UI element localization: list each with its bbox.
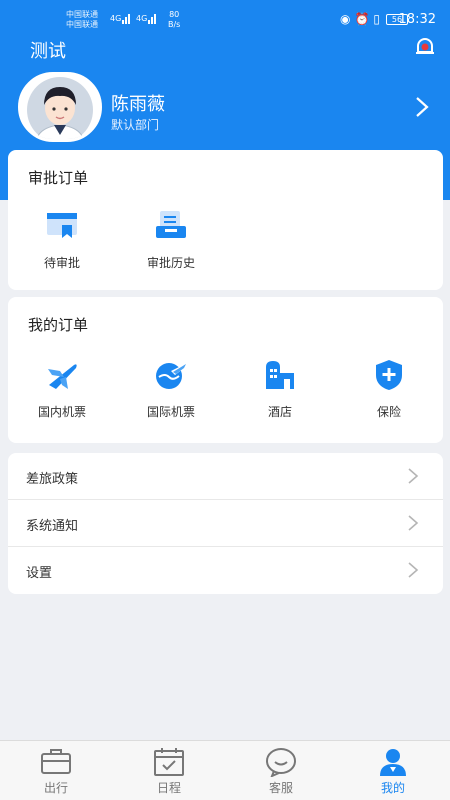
carrier-1: 中国联通: [66, 10, 98, 19]
approval-history-tile[interactable]: 审批历史: [126, 208, 216, 271]
briefcase-icon: [41, 749, 71, 774]
international-flights-tile[interactable]: 国际机票: [126, 357, 216, 420]
menu-item-travel-policy[interactable]: 差旅政策: [8, 453, 443, 500]
status-bar: 中国联通 中国联通 4G 4G 80 B/s ◉⏰▯ 56 18:32: [0, 0, 450, 36]
avatar[interactable]: [18, 72, 102, 142]
chevron-right-icon: [408, 515, 419, 531]
signal-1-label: 4G: [110, 14, 122, 23]
settings-menu-card: 差旅政策 系统通知 设置: [8, 453, 443, 594]
user-department: 默认部门: [111, 118, 160, 132]
chevron-right-icon[interactable]: [414, 96, 430, 118]
chevron-right-icon: [408, 468, 419, 484]
notification-bell-icon[interactable]: [414, 36, 436, 58]
tab-schedule[interactable]: 日程: [124, 747, 214, 796]
international-flights-label: 国际机票: [146, 405, 195, 419]
tab-customer-service-label: 客服: [268, 781, 293, 795]
net-speed: 80 B/s: [168, 10, 180, 30]
orders-card-title: 我的订单: [28, 316, 89, 334]
tab-travel-label: 出行: [43, 781, 68, 795]
chat-icon: [266, 748, 296, 777]
clock: 18:32: [398, 12, 436, 27]
approval-history-icon: [156, 211, 186, 238]
approval-card-title: 审批订单: [28, 169, 89, 187]
tab-schedule-label: 日程: [156, 781, 181, 795]
page-title: 测试: [30, 41, 66, 62]
hotel-tile[interactable]: 酒店: [235, 357, 325, 420]
globe-plane-icon: [156, 363, 187, 389]
menu-item-settings[interactable]: 设置: [8, 547, 443, 594]
tab-mine[interactable]: 我的: [348, 747, 438, 796]
carrier-labels: 中国联通 中国联通: [66, 10, 98, 30]
domestic-flights-label: 国内机票: [37, 405, 86, 419]
signal-2-label: 4G: [136, 14, 148, 23]
insurance-label: 保险: [376, 405, 401, 419]
pending-approval-icon: [47, 213, 77, 238]
my-orders-card: 我的订单 国内机票 国际机票 酒店 保险: [8, 297, 443, 443]
settings-label: 设置: [26, 566, 53, 581]
tab-travel[interactable]: 出行: [11, 747, 101, 796]
calendar-icon: [154, 748, 184, 776]
chevron-right-icon: [408, 562, 419, 578]
notifications-label: 系统通知: [26, 519, 79, 534]
net-speed-value: 80: [169, 10, 180, 19]
alarm-icon: ⏰: [354, 12, 374, 26]
plane-icon: [48, 364, 77, 389]
system-icons: ◉⏰▯: [340, 12, 384, 26]
tab-mine-label: 我的: [380, 781, 405, 795]
eye-icon: ◉: [339, 12, 355, 26]
insurance-tile[interactable]: 保险: [344, 357, 434, 420]
travel-policy-label: 差旅政策: [26, 472, 79, 487]
approval-orders-card: 审批订单 待审批 审批历史: [8, 150, 443, 290]
hotel-label: 酒店: [267, 405, 292, 419]
carrier-2: 中国联通: [66, 20, 98, 29]
person-icon: [380, 749, 406, 776]
tab-customer-service[interactable]: 客服: [236, 747, 326, 796]
hotel-icon: [266, 361, 294, 389]
pending-approval-label: 待审批: [43, 256, 80, 270]
user-avatar-icon: [27, 77, 93, 139]
vibrate-icon: ▯: [373, 12, 384, 26]
user-name[interactable]: 陈雨薇: [111, 90, 165, 116]
signal-bars-icon: [148, 14, 156, 24]
pending-approval-tile[interactable]: 待审批: [17, 208, 107, 271]
signal-bars-icon: [122, 14, 130, 24]
menu-item-notifications[interactable]: 系统通知: [8, 500, 443, 547]
domestic-flights-tile[interactable]: 国内机票: [17, 357, 107, 420]
shield-plus-icon: [376, 360, 402, 390]
net-speed-unit: B/s: [168, 20, 181, 29]
bottom-tab-bar: 出行 日程 客服 我的: [0, 740, 450, 800]
approval-history-label: 审批历史: [146, 256, 195, 270]
